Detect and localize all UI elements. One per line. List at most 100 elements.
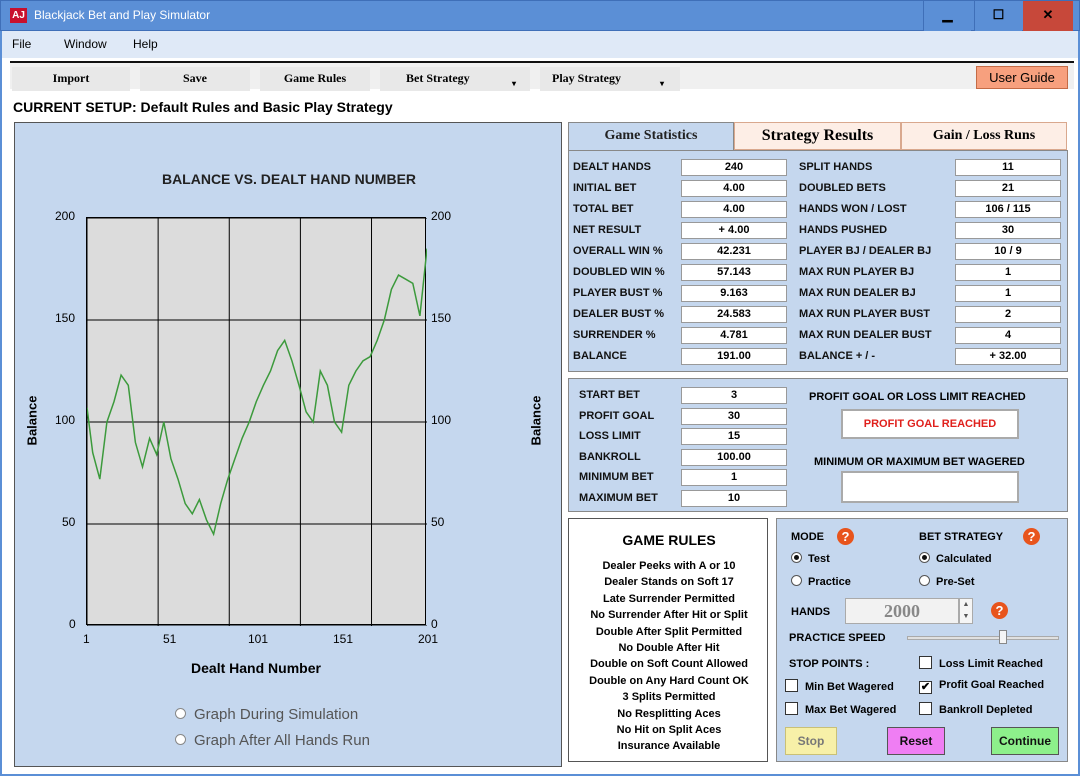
rule-line: Insurance Available: [617, 740, 721, 753]
setup-field-input[interactable]: 30: [681, 407, 787, 425]
rule-line: No Surrender After Hit or Split: [590, 609, 748, 622]
stat-label: MAX RUN DEALER BUST: [799, 329, 932, 341]
balance-line-chart: [86, 217, 428, 627]
max-bet-label: Max Bet Wagered: [805, 704, 897, 716]
mode-panel: MODE ? BET STRATEGY ? Test Practice Calc…: [776, 518, 1068, 762]
bankroll-label: Bankroll Depleted: [939, 704, 1033, 716]
stat-label: DOUBLED BETS: [799, 182, 886, 194]
graph-after-option[interactable]: Graph After All Hands Run: [175, 732, 370, 749]
main-area: BALANCE VS. DEALT HAND NUMBER Balance Ba…: [0, 120, 1080, 776]
close-button[interactable]: ✕: [1023, 1, 1073, 31]
balance-series-line: [86, 248, 428, 537]
bet-strategy-label: Bet Strategy: [406, 71, 470, 85]
plot-area: [86, 217, 428, 627]
setup-bar: CURRENT SETUP: Default Rules and Basic P…: [0, 92, 1080, 120]
stat-value: 4.781: [681, 327, 787, 344]
toolbar-strip: Import Save Game Rules Bet Strategy ▾ Pl…: [10, 61, 1074, 91]
goal-status-box: PROFIT GOAL REACHED: [841, 409, 1019, 439]
checkbox-checked-icon: ✔: [919, 681, 932, 694]
profit-goal-checkbox[interactable]: ✔ Profit Goal Reached: [919, 679, 1044, 694]
stat-label: MAX RUN PLAYER BJ: [799, 266, 915, 278]
graph-during-label: Graph During Simulation: [194, 706, 359, 723]
stat-label: DOUBLED WIN %: [573, 266, 665, 278]
stat-label: DEALT HANDS: [573, 161, 652, 173]
reset-button[interactable]: Reset: [887, 727, 945, 755]
setup-field-input[interactable]: 3: [681, 387, 787, 404]
checkbox-icon: [785, 702, 798, 715]
y-tick-label-right: 200: [431, 209, 452, 223]
practice-speed-track[interactable]: [907, 636, 1059, 640]
tab-gain-loss-runs[interactable]: Gain / Loss Runs: [901, 122, 1067, 150]
minimize-button[interactable]: ▁: [923, 1, 971, 31]
radio-selected-icon: [919, 552, 930, 563]
help-icon[interactable]: ?: [1023, 528, 1040, 545]
rule-line: Double on Soft Count Allowed: [590, 658, 748, 671]
max-bet-checkbox[interactable]: Max Bet Wagered: [785, 702, 896, 716]
maximize-button[interactable]: ☐: [974, 1, 1022, 31]
mode-test-radio[interactable]: Test: [791, 552, 830, 565]
practice-speed-label: PRACTICE SPEED: [789, 632, 886, 644]
graph-during-option[interactable]: Graph During Simulation: [175, 706, 358, 723]
minmax-status-box: [841, 471, 1019, 503]
stat-value: 10 / 9: [955, 243, 1061, 260]
stat-value: 1: [955, 264, 1061, 281]
save-button[interactable]: Save: [140, 67, 250, 91]
mode-title: MODE: [791, 531, 824, 543]
setup-field-input[interactable]: 1: [681, 469, 787, 486]
bet-strategy-dropdown[interactable]: Bet Strategy ▾: [380, 67, 530, 91]
stat-value: 1: [955, 285, 1061, 302]
stat-label: HANDS PUSHED: [799, 224, 888, 236]
game-rules-panel: GAME RULES Dealer Peeks with A or 10 Deal…: [568, 518, 768, 762]
bet-strategy-title: BET STRATEGY: [919, 531, 1004, 543]
y-axis-label-left: Balance: [24, 395, 40, 446]
menu-file[interactable]: File: [12, 37, 31, 51]
play-strategy-dropdown[interactable]: Play Strategy ▾: [540, 67, 680, 91]
preset-radio[interactable]: Pre-Set: [919, 575, 975, 588]
stop-button[interactable]: Stop: [785, 727, 837, 755]
continue-button[interactable]: Continue: [991, 727, 1059, 755]
setup-field-label: MAXIMUM BET: [579, 491, 658, 504]
stat-value: 2: [955, 306, 1061, 323]
calculated-label: Calculated: [936, 553, 992, 565]
hands-label: HANDS: [791, 606, 831, 618]
radio-icon: [175, 734, 186, 745]
bankroll-checkbox[interactable]: Bankroll Depleted: [919, 702, 1033, 716]
tab-strategy-results[interactable]: Strategy Results: [734, 122, 901, 150]
stat-value: 106 / 115: [955, 201, 1061, 218]
mode-practice-label: Practice: [808, 576, 851, 588]
setup-field-input[interactable]: 10: [681, 489, 787, 507]
rule-line: Double After Split Permitted: [595, 625, 743, 638]
x-tick-label: 101: [248, 632, 269, 646]
setup-field-input[interactable]: 100.00: [681, 448, 787, 466]
checkbox-icon: [919, 702, 932, 715]
setup-field-label: BANKROLL: [579, 450, 641, 463]
mode-practice-radio[interactable]: Practice: [791, 575, 851, 588]
min-bet-checkbox[interactable]: Min Bet Wagered: [785, 679, 894, 693]
loss-limit-checkbox[interactable]: Loss Limit Reached: [919, 656, 1043, 670]
rule-line: Dealer Peeks with A or 10: [602, 560, 736, 572]
stat-value: + 32.00: [955, 348, 1061, 365]
practice-speed-thumb[interactable]: [999, 630, 1007, 644]
profit-goal-label: Profit Goal Reached: [939, 679, 1045, 691]
tab-game-statistics[interactable]: Game Statistics: [568, 122, 734, 150]
calculated-radio[interactable]: Calculated: [919, 552, 992, 565]
rule-line: 3 Splits Permitted: [622, 691, 716, 704]
radio-icon: [919, 575, 930, 586]
hands-input[interactable]: 2000: [845, 598, 959, 624]
x-axis-label: Dealt Hand Number: [191, 660, 321, 676]
stat-value: 57.143: [681, 264, 787, 281]
help-icon[interactable]: ?: [991, 602, 1008, 619]
hands-spinner[interactable]: ▲ ▼: [959, 598, 973, 624]
spinner-up-icon[interactable]: ▲: [960, 599, 972, 611]
graph-after-label: Graph After All Hands Run: [194, 732, 370, 749]
import-button[interactable]: Import: [12, 67, 130, 91]
menu-window[interactable]: Window: [64, 37, 107, 51]
setup-field-input[interactable]: 15: [681, 428, 787, 445]
user-guide-button[interactable]: User Guide: [976, 66, 1068, 89]
y-tick-label: 50: [62, 515, 76, 529]
stat-label: SPLIT HANDS: [799, 161, 873, 173]
game-rules-button[interactable]: Game Rules: [260, 67, 370, 91]
menu-help[interactable]: Help: [133, 37, 158, 51]
spinner-down-icon[interactable]: ▼: [960, 611, 972, 623]
help-icon[interactable]: ?: [837, 528, 854, 545]
